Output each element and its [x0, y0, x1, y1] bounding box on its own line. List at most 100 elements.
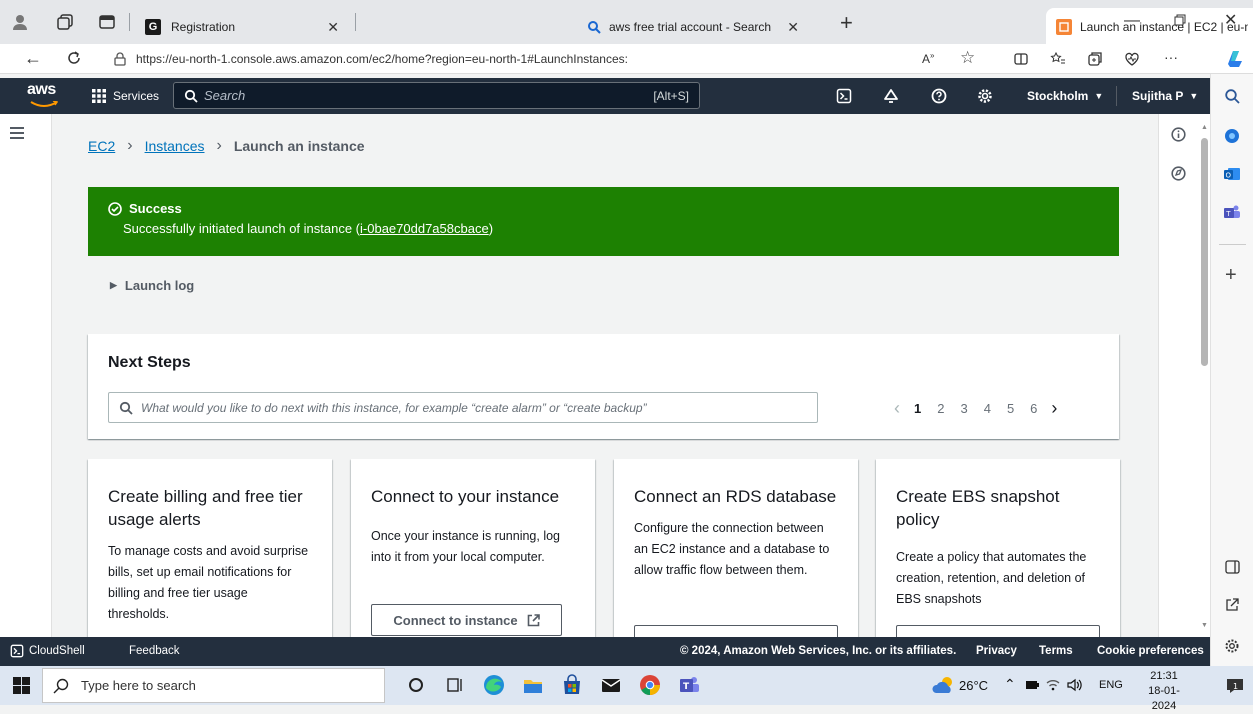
close-icon[interactable]: ✕: [787, 19, 799, 36]
cloudshell-button[interactable]: CloudShell: [10, 644, 85, 658]
external-link-icon[interactable]: [1225, 598, 1239, 612]
ebs-action-button[interactable]: [896, 625, 1100, 637]
aws-logo[interactable]: aws: [27, 81, 56, 99]
cookie-preferences-link[interactable]: Cookie preferences: [1097, 645, 1204, 657]
close-window-icon[interactable]: ✕: [1224, 10, 1237, 30]
instance-id-link[interactable]: i-0bae70dd7a58cbace: [360, 221, 489, 236]
page-4[interactable]: 4: [984, 401, 991, 416]
file-explorer-icon[interactable]: [520, 672, 546, 698]
workspaces-icon[interactable]: [56, 13, 74, 31]
page-5[interactable]: 5: [1007, 401, 1014, 416]
next-steps-search-input[interactable]: What would you like to do next with this…: [108, 392, 818, 423]
clock[interactable]: 21:31 18-01-2024: [1139, 669, 1189, 714]
svg-text:O: O: [1226, 172, 1232, 180]
region-selector[interactable]: Stockholm ▼: [1027, 89, 1103, 103]
launch-log-toggle[interactable]: ▶ Launch log: [110, 278, 194, 293]
chevron-right-icon[interactable]: ›: [1051, 398, 1057, 419]
tab-actions-icon[interactable]: [98, 13, 116, 31]
search-icon[interactable]: [1224, 88, 1240, 104]
sidebar-toggle-icon[interactable]: [1225, 560, 1240, 574]
notifications-icon[interactable]: 1: [1225, 676, 1245, 696]
card-body: Configure the connection between an EC2 …: [634, 521, 830, 577]
url-field[interactable]: https://eu-north-1.console.aws.amazon.co…: [106, 47, 896, 71]
split-screen-icon[interactable]: [1013, 51, 1029, 67]
scrollbar[interactable]: ▲ ▼: [1199, 124, 1210, 629]
scroll-down-icon[interactable]: ▼: [1201, 622, 1208, 629]
collections-icon[interactable]: [1087, 51, 1103, 67]
search-placeholder: What would you like to do next with this…: [141, 400, 647, 415]
read-aloud-icon[interactable]: A»: [922, 51, 934, 66]
breadcrumb-ec2[interactable]: EC2: [88, 138, 115, 154]
add-icon[interactable]: +: [1225, 264, 1237, 287]
search-icon: [184, 89, 198, 103]
scrollbar-thumb[interactable]: [1201, 138, 1208, 366]
microsoft-store-icon[interactable]: [559, 672, 585, 698]
profile-icon[interactable]: [10, 12, 30, 32]
terms-link[interactable]: Terms: [1039, 645, 1073, 657]
scroll-up-icon[interactable]: ▲: [1201, 124, 1208, 131]
teams-icon[interactable]: T: [676, 672, 702, 698]
privacy-link[interactable]: Privacy: [976, 645, 1017, 657]
search-icon: [53, 678, 69, 694]
aws-search-input[interactable]: Search [Alt+S]: [173, 82, 700, 109]
cortana-icon[interactable]: [403, 672, 429, 698]
battery-icon[interactable]: [1025, 680, 1039, 690]
taskbar-search-input[interactable]: Type here to search: [42, 668, 385, 703]
page-1[interactable]: 1: [914, 401, 921, 416]
services-button[interactable]: Services: [91, 88, 159, 104]
tab-launch-instance[interactable]: Launch an instance | EC2 | eu-no ✕: [1046, 7, 1253, 47]
page-6[interactable]: 6: [1030, 401, 1037, 416]
back-icon[interactable]: ←: [24, 48, 42, 69]
edge-browser-icon[interactable]: [481, 672, 507, 698]
mail-icon[interactable]: [598, 672, 624, 698]
address-bar: ← https://eu-north-1.console.aws.amazon.…: [0, 44, 1253, 74]
outlook-icon[interactable]: O: [1223, 166, 1241, 182]
tab-separator: [129, 13, 130, 31]
tab-registration[interactable]: G Registration ✕: [135, 10, 349, 44]
close-icon[interactable]: ✕: [327, 19, 339, 36]
favorite-star-icon[interactable]: ☆: [960, 48, 975, 68]
rds-action-button[interactable]: [634, 625, 838, 637]
flash-title: Success: [129, 201, 182, 216]
card-body: To manage costs and avoid surprise bills…: [108, 544, 309, 621]
notifications-bell-icon[interactable]: [883, 88, 899, 104]
page-2[interactable]: 2: [937, 401, 944, 416]
wifi-icon[interactable]: [1045, 678, 1061, 692]
refresh-icon[interactable]: [66, 50, 82, 66]
hamburger-menu-icon[interactable]: [9, 126, 25, 140]
teams-icon[interactable]: T: [1223, 204, 1241, 220]
minimize-icon[interactable]: —: [1124, 12, 1140, 30]
info-icon[interactable]: [1171, 127, 1186, 142]
language-indicator[interactable]: ENG: [1099, 679, 1123, 691]
windows-start-icon[interactable]: [13, 677, 30, 694]
chevron-up-icon[interactable]: ⌃: [1004, 676, 1016, 693]
grid-icon: [91, 88, 107, 104]
account-menu[interactable]: Sujitha P ▼: [1132, 89, 1198, 103]
settings-gear-icon[interactable]: [1224, 638, 1240, 654]
more-options-icon[interactable]: ···: [1164, 49, 1178, 65]
browser-essentials-icon[interactable]: [1124, 51, 1140, 67]
tab-aws-search[interactable]: aws free trial account - Search ✕: [577, 10, 809, 44]
help-icon[interactable]: [931, 88, 947, 104]
settings-gear-icon[interactable]: [977, 88, 993, 104]
chrome-icon[interactable]: [637, 672, 663, 698]
weather-cloud-icon[interactable]: [932, 675, 956, 695]
chevron-left-icon[interactable]: ‹: [894, 398, 900, 419]
connect-to-instance-button[interactable]: Connect to instance: [371, 604, 562, 636]
breadcrumb-instances[interactable]: Instances: [145, 138, 205, 154]
feedback-link[interactable]: Feedback: [129, 645, 180, 657]
favorites-icon[interactable]: [1050, 51, 1066, 67]
page-3[interactable]: 3: [960, 401, 967, 416]
shopping-icon[interactable]: [1224, 128, 1240, 144]
console-footer: CloudShell Feedback © 2024, Amazon Web S…: [0, 637, 1210, 666]
new-tab-icon[interactable]: +: [840, 10, 853, 36]
volume-icon[interactable]: [1066, 678, 1082, 692]
compass-icon[interactable]: [1171, 166, 1186, 181]
cloudshell-icon[interactable]: [836, 88, 852, 104]
copilot-icon[interactable]: [1224, 48, 1246, 70]
restore-icon[interactable]: [1174, 14, 1186, 26]
task-view-icon[interactable]: [442, 672, 468, 698]
card-billing-alerts: Create billing and free tier usage alert…: [88, 459, 332, 637]
success-flashbar: Success Successfully initiated launch of…: [88, 187, 1119, 256]
svg-text:T: T: [1225, 210, 1231, 218]
